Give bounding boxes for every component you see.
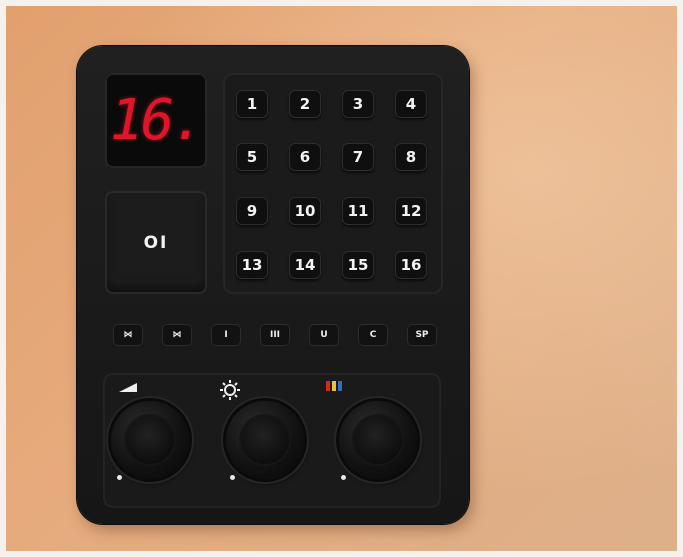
photo-background: 16. OI 1 2 3 4 5 6 7 8 9 10 11 12 13 14 … bbox=[6, 6, 677, 551]
bowtie-left-button[interactable]: ⋈ bbox=[113, 324, 143, 346]
brightness-knob[interactable] bbox=[226, 401, 304, 479]
key-9[interactable]: 9 bbox=[236, 197, 268, 225]
key-8[interactable]: 8 bbox=[395, 143, 427, 171]
volume-knob-dot bbox=[117, 475, 122, 480]
mode-iii-button[interactable]: III bbox=[260, 324, 290, 346]
channel-number: 16. bbox=[109, 88, 205, 153]
channel-keypad: 1 2 3 4 5 6 7 8 9 10 11 12 13 14 15 16 bbox=[223, 73, 443, 294]
bowtie-icon: ⋈ bbox=[123, 330, 133, 340]
color-knob-dot bbox=[341, 475, 346, 480]
key-13[interactable]: 13 bbox=[236, 251, 268, 279]
color-bars-icon bbox=[326, 381, 342, 391]
color-knob[interactable] bbox=[339, 401, 417, 479]
key-3[interactable]: 3 bbox=[342, 90, 374, 118]
volume-ramp-icon bbox=[119, 383, 137, 392]
key-12[interactable]: 12 bbox=[395, 197, 427, 225]
key-6[interactable]: 6 bbox=[289, 143, 321, 171]
mode-c-button[interactable]: C bbox=[358, 324, 388, 346]
key-4[interactable]: 4 bbox=[395, 90, 427, 118]
remote-control: 16. OI 1 2 3 4 5 6 7 8 9 10 11 12 13 14 … bbox=[77, 46, 469, 524]
key-14[interactable]: 14 bbox=[289, 251, 321, 279]
mode-u-button[interactable]: U bbox=[309, 324, 339, 346]
key-1[interactable]: 1 bbox=[236, 90, 268, 118]
brightness-sun-icon bbox=[220, 380, 240, 400]
power-label: OI bbox=[143, 232, 169, 253]
key-16[interactable]: 16 bbox=[395, 251, 427, 279]
function-key-row: ⋈ ⋈ I III U C SP bbox=[113, 324, 439, 348]
power-button[interactable]: OI bbox=[105, 191, 207, 294]
key-11[interactable]: 11 bbox=[342, 197, 374, 225]
key-2[interactable]: 2 bbox=[289, 90, 321, 118]
key-10[interactable]: 10 bbox=[289, 197, 321, 225]
knob-panel bbox=[103, 373, 441, 508]
mode-sp-button[interactable]: SP bbox=[407, 324, 437, 346]
brightness-knob-dot bbox=[230, 475, 235, 480]
key-15[interactable]: 15 bbox=[342, 251, 374, 279]
key-5[interactable]: 5 bbox=[236, 143, 268, 171]
key-7[interactable]: 7 bbox=[342, 143, 374, 171]
bowtie-right-button[interactable]: ⋈ bbox=[162, 324, 192, 346]
mode-i-button[interactable]: I bbox=[211, 324, 241, 346]
bowtie-icon: ⋈ bbox=[172, 330, 182, 340]
channel-display: 16. bbox=[105, 73, 207, 168]
volume-knob[interactable] bbox=[111, 401, 189, 479]
